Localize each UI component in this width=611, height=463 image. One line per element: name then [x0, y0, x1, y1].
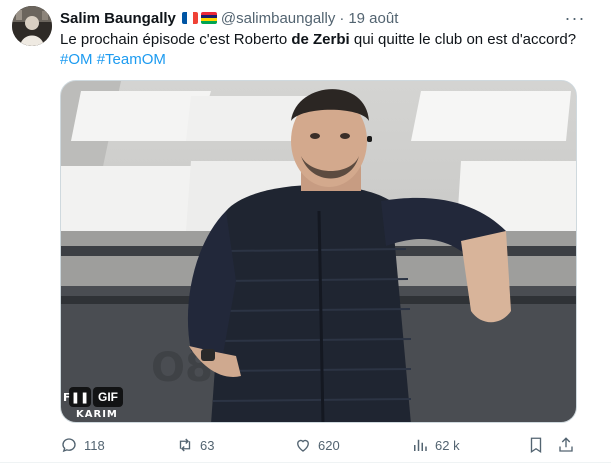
tweet-timestamp[interactable]: 19 août — [348, 10, 398, 27]
mauritius-flag-icon — [200, 12, 217, 24]
tweet-text: Le prochain épisode c'est Roberto de Zer… — [60, 30, 580, 70]
like-button[interactable]: 620 — [294, 434, 340, 456]
tweet-header: Salim Baungally @salimbaungally · 19 aoû… — [60, 8, 398, 28]
watermark-karim: KARIM — [76, 409, 118, 420]
views-count: 62 k — [435, 437, 460, 453]
author-name[interactable]: Salim Baungally — [60, 10, 176, 27]
share-button[interactable] — [557, 434, 575, 456]
share-icon — [559, 437, 573, 452]
gif-frame-image: Ο8 — [61, 81, 576, 422]
tweet[interactable]: Salim Baungally @salimbaungally · 19 aoû… — [0, 0, 611, 463]
gif-badge: GIF — [93, 387, 123, 407]
tweet-text-bold: de Zerbi — [291, 31, 350, 48]
gif-media[interactable]: Ο8 F ❚❚ GIF KARIM — [60, 80, 577, 423]
bookmark-button[interactable] — [527, 434, 545, 456]
author-handle[interactable]: @salimbaungally — [221, 10, 335, 27]
reply-count: 118 — [84, 437, 105, 453]
repost-button[interactable]: 63 — [176, 434, 214, 456]
tweet-actions: 118 63 620 62 k — [60, 434, 577, 456]
bookmark-icon — [530, 437, 542, 454]
repost-count: 63 — [200, 437, 215, 453]
tweet-text-part: qui quitte le club on est d'accord? — [349, 31, 577, 48]
reply-icon — [62, 438, 76, 453]
hashtag-teamom[interactable]: #TeamOM — [97, 51, 166, 68]
repost-icon — [179, 438, 191, 452]
views-chart-icon — [414, 439, 427, 451]
flag-emojis — [181, 12, 217, 24]
hashtag-om[interactable]: #OM — [60, 51, 93, 68]
more-options-icon[interactable]: ··· — [565, 8, 585, 28]
separator-dot: · — [339, 9, 345, 27]
tweet-text-part: Le prochain épisode c'est Roberto — [60, 31, 292, 48]
avatar[interactable] — [12, 6, 52, 46]
france-flag-icon — [181, 12, 198, 24]
views-button[interactable]: 62 k — [411, 434, 460, 456]
like-count: 620 — [318, 437, 340, 453]
heart-icon — [297, 439, 309, 452]
gif-pause-button[interactable]: ❚❚ — [69, 387, 91, 407]
reply-button[interactable]: 118 — [60, 434, 105, 456]
